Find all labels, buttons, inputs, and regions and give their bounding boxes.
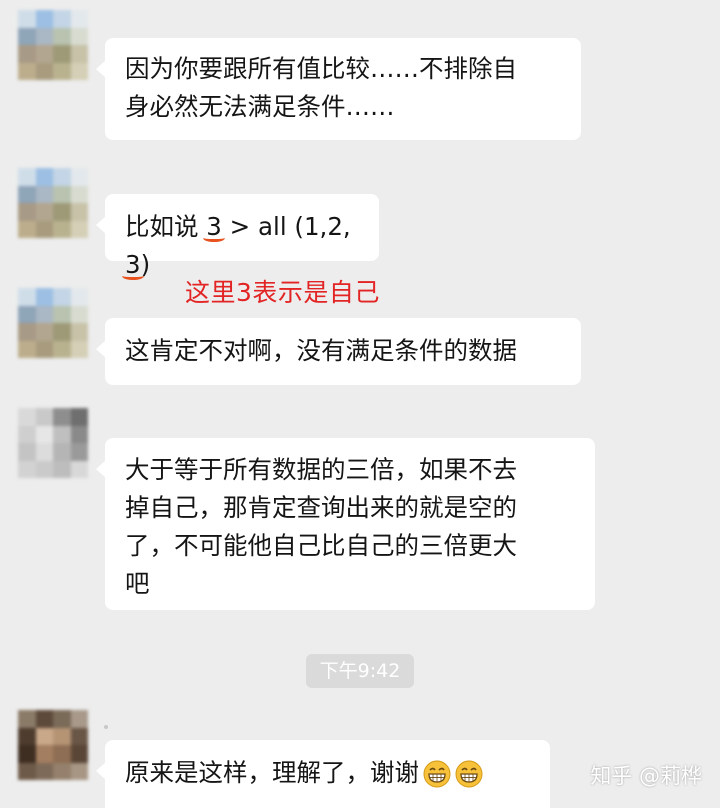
message-text: 比如说 — [125, 212, 207, 241]
annotation-text: 这里3表示是自己 — [185, 278, 380, 307]
message-text: 原来是这样，理解了，谢谢 — [125, 758, 419, 787]
message-bubble: 原来是这样，理解了，谢谢 — [96, 740, 550, 808]
message-line: 身必然无法满足条件…… — [125, 92, 395, 121]
timestamp: 下午9:42 — [306, 654, 414, 688]
message-bubble: 因为你要跟所有值比较……不排除自 身必然无法满足条件…… — [96, 38, 581, 140]
watermark: 知乎 @莉桦 — [590, 764, 702, 788]
avatar[interactable] — [18, 408, 88, 478]
message-line: 大于等于所有数据的三倍，如果不去 — [125, 455, 517, 484]
message-line: 吧 — [125, 569, 150, 598]
grinning-face-icon — [423, 760, 451, 788]
avatar[interactable] — [18, 710, 88, 780]
message-bubble: 这肯定不对啊，没有满足条件的数据 — [96, 318, 581, 385]
message-bubble: 大于等于所有数据的三倍，如果不去 掉自己，那肯定查询出来的就是空的 了，不可能他… — [96, 438, 595, 610]
underlined-number: 3 — [122, 246, 144, 284]
grinning-face-icon — [455, 760, 483, 788]
avatar[interactable] — [18, 10, 88, 80]
message-line: 这肯定不对啊，没有满足条件的数据 — [125, 336, 517, 365]
divider-dot — [104, 725, 108, 729]
message-text: > all (1,2, — [221, 212, 351, 241]
underlined-number: 3 — [203, 208, 225, 246]
message-line: 了，不可能他自己比自己的三倍更大 — [125, 531, 517, 560]
avatar[interactable] — [18, 168, 88, 238]
message-line: 因为你要跟所有值比较……不排除自 — [125, 54, 517, 83]
message-line: 掉自己，那肯定查询出来的就是空的 — [125, 493, 517, 522]
avatar[interactable] — [18, 288, 88, 358]
message-bubble: 比如说 3 > all (1,2,3) — [96, 194, 379, 280]
